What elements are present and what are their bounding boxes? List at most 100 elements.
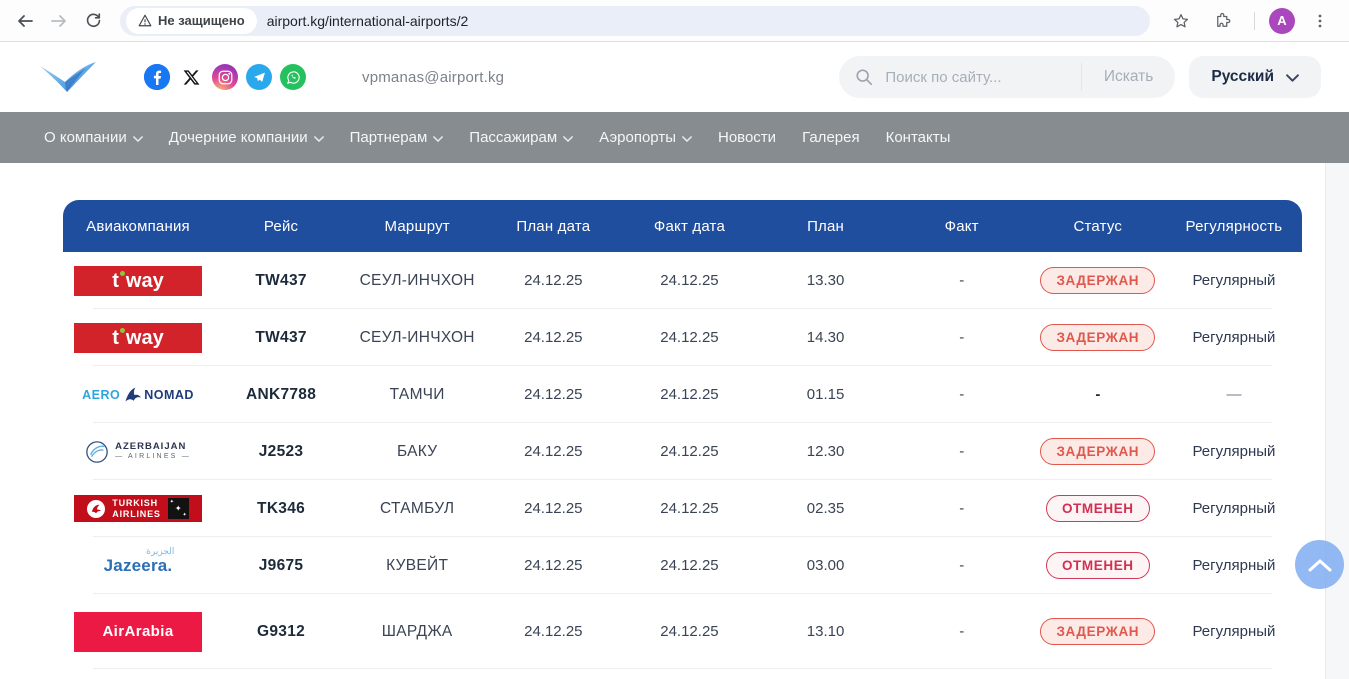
browser-toolbar: Не защищено airport.kg/international-air…	[0, 0, 1349, 42]
nav-item-label: Партнерам	[350, 129, 428, 146]
plan-time: 13.10	[758, 623, 894, 640]
chevron-down-icon	[433, 136, 443, 142]
security-chip[interactable]: Не защищено	[126, 8, 257, 34]
plan-time: 14.30	[758, 329, 894, 346]
flight-number: TW437	[213, 272, 349, 290]
route: КУВЕЙТ	[349, 557, 485, 575]
nav-item-3[interactable]: Пассажирам	[469, 129, 573, 146]
plan-date: 24.12.25	[485, 443, 621, 460]
site-logo[interactable]	[38, 59, 98, 95]
flight-number: J2523	[213, 443, 349, 461]
nav-item-1[interactable]: Дочерние компании	[169, 129, 324, 146]
status-badge: ЗАДЕРЖАН	[1040, 324, 1155, 351]
search-input[interactable]	[883, 68, 1081, 87]
turkish-airlines-bird-icon	[87, 500, 105, 518]
column-header: Факт дата	[621, 218, 757, 235]
column-header: Регулярность	[1166, 218, 1302, 235]
table-row: twayTW437СЕУЛ-ИНЧХОН24.12.2524.12.2513.3…	[63, 252, 1302, 309]
fact-time: -	[894, 557, 1030, 574]
flight-number: J9675	[213, 557, 349, 575]
chevron-down-icon	[133, 136, 143, 142]
flights-table: АвиакомпанияРейсМаршрутПлан датаФакт дат…	[63, 200, 1302, 669]
column-header: План дата	[485, 218, 621, 235]
page-scrollbar[interactable]	[1325, 163, 1349, 679]
language-selector[interactable]: Русский	[1189, 56, 1321, 98]
back-arrow-icon	[16, 12, 34, 30]
x-twitter-icon[interactable]	[178, 64, 204, 90]
contact-email[interactable]: vpmanas@airport.kg	[362, 69, 504, 86]
chevron-down-icon	[682, 136, 692, 142]
profile-avatar[interactable]: A	[1269, 8, 1295, 34]
search-submit-button[interactable]: Искать	[1081, 63, 1175, 91]
nav-item-4[interactable]: Аэропорты	[599, 129, 692, 146]
column-header: Факт	[894, 218, 1030, 235]
flight-number: TW437	[213, 329, 349, 347]
fact-date: 24.12.25	[621, 500, 757, 517]
forward-button[interactable]	[42, 4, 76, 38]
reload-button[interactable]	[76, 4, 110, 38]
whatsapp-icon[interactable]	[280, 64, 306, 90]
wing-emblem-icon	[85, 440, 109, 464]
column-header: Рейс	[213, 218, 349, 235]
plan-time: 12.30	[758, 443, 894, 460]
address-bar[interactable]: Не защищено airport.kg/international-air…	[120, 6, 1150, 36]
regularity: Регулярный	[1166, 500, 1302, 517]
airline-cell: الجزيرةJazeera.	[63, 556, 213, 576]
status-cell: -	[1030, 386, 1166, 404]
puzzle-icon	[1214, 12, 1232, 30]
screen: Не защищено airport.kg/international-air…	[0, 0, 1349, 679]
nav-item-7[interactable]: Контакты	[886, 129, 951, 146]
fact-date: 24.12.25	[621, 272, 757, 289]
fact-time: -	[894, 329, 1030, 346]
table-row: TURKISHAIRLINES✦✦✦TK346СТАМБУЛ24.12.2524…	[63, 480, 1302, 537]
plan-time: 01.15	[758, 386, 894, 403]
site-search: Искать	[839, 56, 1175, 98]
airline-cell: AERONOMAD	[63, 386, 213, 404]
airline-logo-aero-nomad: AERONOMAD	[82, 386, 194, 404]
aero-nomad-text: NOMAD	[144, 388, 194, 402]
plan-date: 24.12.25	[485, 500, 621, 517]
back-button[interactable]	[8, 4, 42, 38]
telegram-icon[interactable]	[246, 64, 272, 90]
extensions-button[interactable]	[1206, 4, 1240, 38]
status-cell: ОТМЕНЕН	[1030, 552, 1166, 579]
table-row: الجزيرةJazeera.J9675КУВЕЙТ24.12.2524.12.…	[63, 537, 1302, 594]
status-badge: ЗАДЕРЖАН	[1040, 618, 1155, 645]
reload-icon	[85, 12, 102, 29]
airline-logo-air-arabia: AirArabia	[74, 612, 202, 652]
airline-cell: tway	[63, 266, 213, 296]
status-badge: -	[1095, 386, 1100, 403]
flight-number: TK346	[213, 500, 349, 518]
nav-item-label: Аэропорты	[599, 129, 676, 146]
kebab-menu-icon	[1312, 13, 1328, 29]
plan-date: 24.12.25	[485, 557, 621, 574]
table-row: twayTW437СЕУЛ-ИНЧХОН24.12.2524.12.2514.3…	[63, 309, 1302, 366]
status-badge: ЗАДЕРЖАН	[1040, 267, 1155, 294]
chevron-down-icon	[563, 136, 573, 142]
bookmark-button[interactable]	[1164, 4, 1198, 38]
facebook-icon[interactable]	[144, 64, 170, 90]
instagram-icon[interactable]	[212, 64, 238, 90]
nav-item-2[interactable]: Партнерам	[350, 129, 444, 146]
url-text[interactable]: airport.kg/international-airports/2	[267, 13, 469, 29]
fact-time: -	[894, 272, 1030, 289]
fact-time: -	[894, 623, 1030, 640]
nav-item-6[interactable]: Галерея	[802, 129, 860, 146]
nav-item-0[interactable]: О компании	[44, 129, 143, 146]
toolbar-divider	[1254, 12, 1255, 30]
status-cell: ЗАДЕРЖАН	[1030, 618, 1166, 645]
azerbaijan-subtext: — AIRLINES —	[115, 453, 191, 462]
nav-item-label: Новости	[718, 129, 776, 146]
fact-time: -	[894, 386, 1030, 403]
status-cell: ЗАДЕРЖАН	[1030, 324, 1166, 351]
tway-text: way	[126, 271, 164, 291]
airline-logo-turkish-airlines: TURKISHAIRLINES✦✦✦	[74, 495, 202, 522]
browser-actions: A	[1160, 4, 1341, 38]
browser-menu-button[interactable]	[1303, 4, 1337, 38]
tway-text: t	[112, 328, 119, 348]
plan-time: 03.00	[758, 557, 894, 574]
status-badge: ЗАДЕРЖАН	[1040, 438, 1155, 465]
nav-item-5[interactable]: Новости	[718, 129, 776, 146]
scroll-to-top-button[interactable]	[1295, 540, 1344, 589]
plan-date: 24.12.25	[485, 329, 621, 346]
